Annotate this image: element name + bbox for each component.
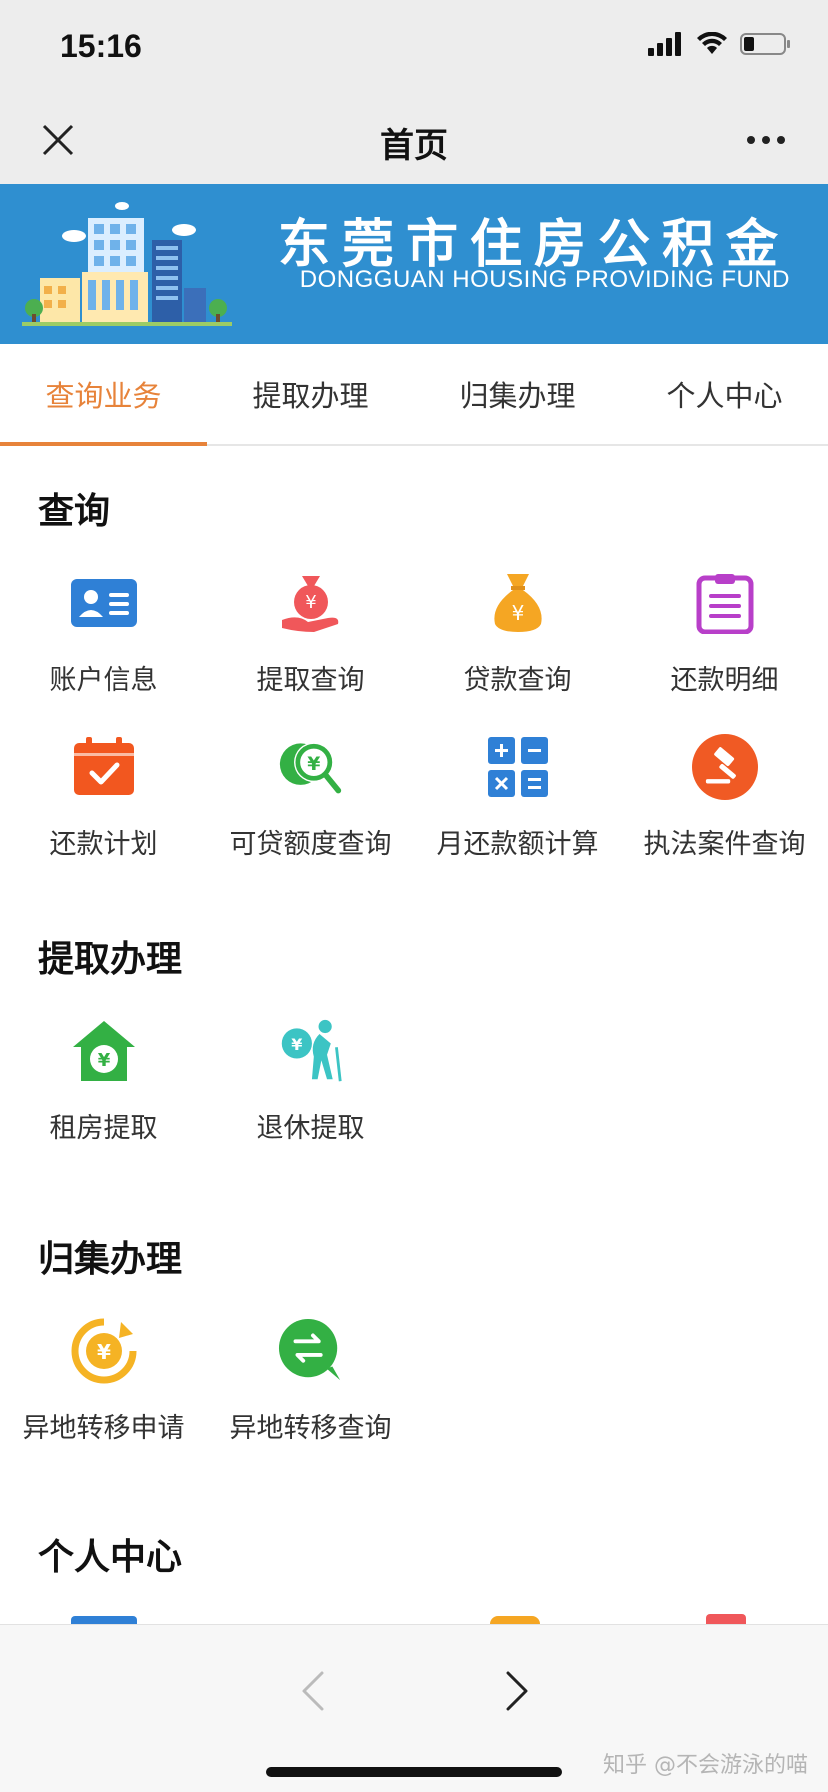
- grid-item-label: 还款明细: [670, 665, 779, 696]
- chevron-left-icon: [302, 1671, 324, 1711]
- grid-item-retire-withdraw[interactable]: ¥ 退休提取: [207, 1018, 414, 1168]
- home-indicator[interactable]: [266, 1767, 562, 1777]
- chevron-right-icon: [506, 1671, 528, 1711]
- more-button[interactable]: [736, 116, 796, 164]
- grid-item-label: 提取查询: [256, 665, 365, 696]
- wifi-icon: [696, 31, 728, 60]
- banner-subtitle: DONGGUAN HOUSING PROVIDING FUND: [299, 266, 790, 293]
- grid-item-rent-withdraw[interactable]: ¥ 租房提取: [0, 1018, 207, 1168]
- nav-bar: 首页: [0, 96, 828, 184]
- grid-item-law-case-query[interactable]: 执法案件查询: [621, 734, 828, 884]
- calendar-check-icon: [71, 734, 137, 800]
- svg-text:¥: ¥: [97, 1340, 111, 1364]
- tab-query[interactable]: 查询业务: [0, 344, 207, 446]
- grid-item-loan-limit-query[interactable]: ¥ 可贷额度查询: [207, 734, 414, 884]
- back-button[interactable]: [292, 1669, 336, 1713]
- grid-item-withdraw-query[interactable]: ¥ 提取查询: [207, 570, 414, 720]
- grid-item-repayment-detail[interactable]: 还款明细: [621, 570, 828, 720]
- section-title-withdraw: 提取办理: [38, 939, 183, 980]
- bottom-toolbar: 知乎 @不会游泳的喵: [0, 1624, 828, 1792]
- clipboard-icon: [692, 570, 758, 636]
- tab-bar: 查询业务 提取办理 归集办理 个人中心: [0, 344, 828, 446]
- grid-item-transfer-apply[interactable]: ¥ 异地转移申请: [0, 1318, 207, 1468]
- tab-collect[interactable]: 归集办理: [414, 344, 621, 444]
- calculator-icon: [485, 734, 551, 800]
- signal-icon: [648, 32, 684, 60]
- more-icon: [747, 136, 785, 144]
- close-icon: [42, 124, 74, 156]
- grid-item-label: 账户信息: [49, 665, 158, 696]
- money-bag-hand-icon: ¥: [278, 570, 344, 636]
- status-time: 15:16: [60, 28, 142, 64]
- grid-item-label: 月还款额计算: [436, 829, 599, 860]
- svg-text:¥: ¥: [291, 1035, 302, 1054]
- grid-item-monthly-repayment-calc[interactable]: 月还款额计算: [414, 734, 621, 884]
- grid-item-label: 异地转移查询: [229, 1413, 392, 1444]
- grid-item-loan-query[interactable]: ¥ 贷款查询: [414, 570, 621, 720]
- svg-text:¥: ¥: [305, 592, 316, 613]
- status-icons: [648, 31, 792, 60]
- house-yen-icon: ¥: [71, 1018, 137, 1084]
- calendar-icon: [706, 1614, 746, 1624]
- section-title-collect: 归集办理: [38, 1239, 183, 1280]
- grid-item-label: 执法案件查询: [643, 829, 806, 860]
- grid-item-label: 贷款查询: [463, 665, 572, 696]
- grid-item-transfer-query[interactable]: 异地转移查询: [207, 1318, 414, 1468]
- forward-button[interactable]: [494, 1669, 538, 1713]
- tab-personal[interactable]: 个人中心: [621, 344, 828, 444]
- id-card-icon: [71, 570, 137, 636]
- section-title-personal: 个人中心: [38, 1537, 183, 1578]
- money-bag-icon: [490, 1616, 540, 1624]
- money-bag-icon: ¥: [485, 570, 551, 636]
- battery-icon: [740, 32, 792, 60]
- tab-withdraw[interactable]: 提取办理: [207, 344, 414, 444]
- section-title-query: 查询: [38, 491, 111, 532]
- grid-item-repayment-plan[interactable]: 还款计划: [0, 734, 207, 884]
- grid-item-label: 租房提取: [49, 1113, 158, 1144]
- yen-transfer-icon: ¥: [71, 1318, 137, 1384]
- svg-text:¥: ¥: [512, 601, 525, 625]
- elderly-icon: ¥: [278, 1018, 344, 1084]
- grid-item-label: 还款计划: [49, 829, 158, 860]
- coin-search-icon: ¥: [278, 734, 344, 800]
- svg-text:¥: ¥: [307, 754, 320, 775]
- banner: 东莞市住房公积金 DONGGUAN HOUSING PROVIDING FUND: [0, 184, 828, 344]
- grid-item-account-info[interactable]: 账户信息: [0, 570, 207, 720]
- status-bar: 15:16: [0, 0, 828, 96]
- transfer-search-icon: [278, 1318, 344, 1384]
- watermark: 知乎 @不会游泳的喵: [603, 1753, 808, 1778]
- building-illustration: [22, 202, 232, 326]
- page-title: 首页: [380, 126, 448, 166]
- grid-item-label: 退休提取: [256, 1113, 365, 1144]
- gavel-icon: [692, 734, 758, 800]
- grid-item-label: 可贷额度查询: [229, 829, 392, 860]
- grid-item-label: 异地转移申请: [22, 1413, 185, 1444]
- svg-text:¥: ¥: [98, 1050, 111, 1071]
- close-button[interactable]: [34, 116, 82, 164]
- id-card-icon: [71, 1616, 137, 1624]
